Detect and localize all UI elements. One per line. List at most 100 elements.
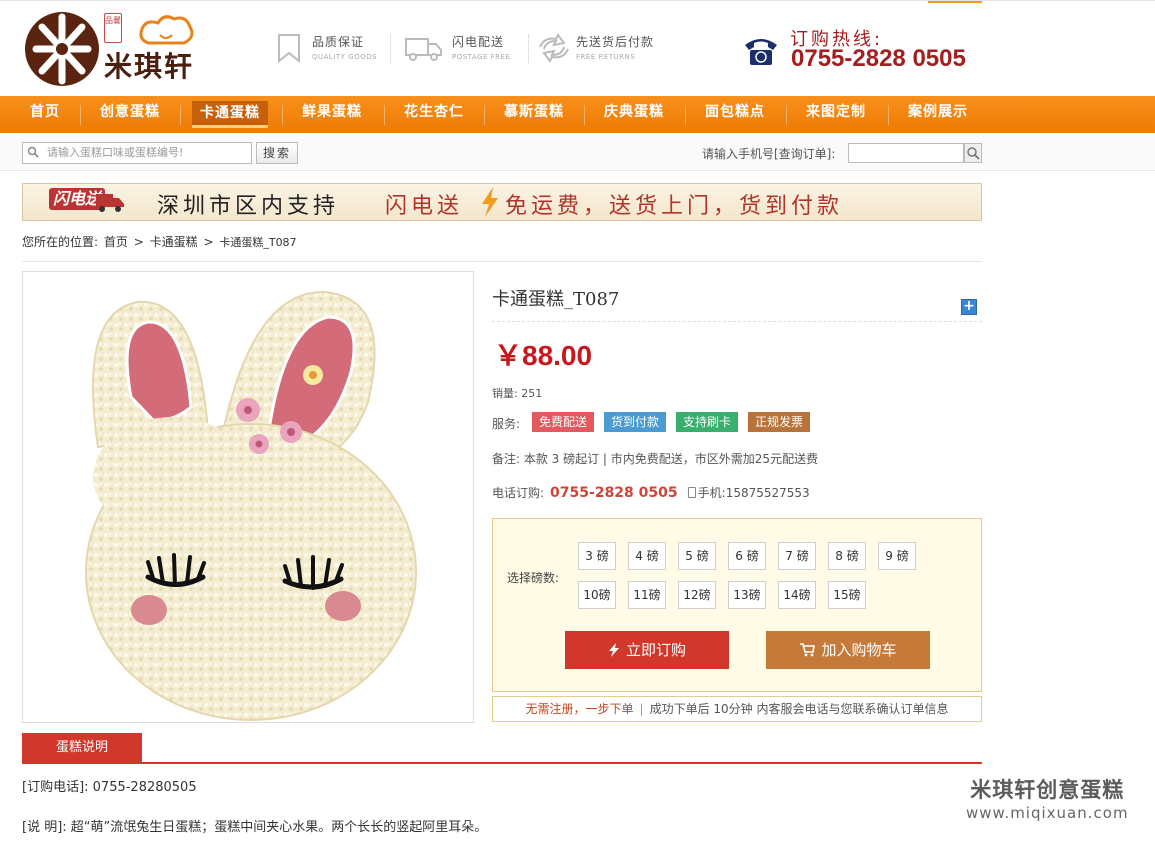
- feature-title: 品质保证: [312, 35, 365, 49]
- weight-option[interactable]: 12磅: [678, 581, 716, 609]
- breadcrumb-home[interactable]: 首页: [104, 235, 128, 249]
- weight-option[interactable]: 10磅: [578, 581, 616, 609]
- product-image[interactable]: [22, 271, 474, 723]
- breadcrumb-category[interactable]: 卡通蛋糕: [150, 235, 198, 249]
- weight-option[interactable]: 7 磅: [778, 542, 816, 570]
- add-to-cart-button[interactable]: 加入购物车: [766, 631, 930, 669]
- lightning-icon: [482, 187, 498, 217]
- nav-item[interactable]: 慕斯蛋糕: [492, 96, 576, 133]
- cart-icon: [800, 643, 816, 657]
- search-bar: 请输入蛋糕口味或蛋糕编号! 搜索 请输入手机号[查询订单]:: [0, 133, 1155, 171]
- nav-item[interactable]: 创意蛋糕: [88, 96, 172, 133]
- nav-item[interactable]: 首页: [22, 96, 68, 133]
- nav-separator: [888, 105, 889, 125]
- nav-item[interactable]: 鲜果蛋糕: [290, 96, 374, 133]
- watermark-title: 米琪轩创意蛋糕: [970, 778, 1125, 802]
- weight-option[interactable]: 11磅: [628, 581, 666, 609]
- weight-option[interactable]: 5 磅: [678, 542, 716, 570]
- nav-separator: [484, 105, 485, 125]
- service-tag-cod: 货到付款: [604, 412, 667, 432]
- phone-order-label: 电话订购:: [492, 486, 545, 500]
- truck-icon: [96, 194, 124, 212]
- weight-selector: 选择磅数: 立即订购 加入购物车 3 磅 4 磅 5 磅 6 磅 7 磅 8 磅 9 磅 10…: [492, 518, 982, 692]
- logo-emblem-icon: [25, 12, 99, 86]
- tip-highlight: 无需注册，一步下单: [525, 702, 634, 716]
- plus-icon[interactable]: +: [961, 299, 977, 315]
- feature-delivery: 闪电配送 POSTAGE FREE: [404, 31, 524, 71]
- site-header: 品馨 米琪轩 品质保证 QUALITY GOODS 闪电配送 POSTAGE F…: [0, 0, 1155, 96]
- nav-item[interactable]: 花生杏仁: [392, 96, 476, 133]
- tab-cake-description[interactable]: 蛋糕说明: [22, 733, 142, 763]
- buy-now-button[interactable]: 立即订购: [565, 631, 729, 669]
- feature-quality: 品质保证 QUALITY GOODS: [276, 31, 386, 71]
- product-price: ￥88.00: [494, 340, 593, 371]
- nav-item-label: 创意蛋糕: [100, 104, 160, 120]
- service-tag-invoice: 正规发票: [748, 412, 811, 432]
- divider: [528, 35, 529, 63]
- mobile-icon: [687, 487, 696, 498]
- search-input[interactable]: 请输入蛋糕口味或蛋糕编号!: [22, 142, 252, 164]
- weight-option[interactable]: 6 磅: [728, 542, 766, 570]
- mobile-number: 15875527553: [725, 486, 810, 500]
- nav-separator: [80, 105, 81, 125]
- order-query-input[interactable]: [848, 143, 964, 163]
- nav-item-label: 首页: [30, 104, 60, 120]
- banner-text: 深圳市区内支持: [157, 194, 340, 219]
- feature-subtitle: POSTAGE FREE: [452, 53, 511, 61]
- exchange-icon: [539, 33, 569, 63]
- weight-option[interactable]: 4 磅: [628, 542, 666, 570]
- weight-option[interactable]: 8 磅: [828, 542, 866, 570]
- nav-item-label: 花生杏仁: [404, 104, 464, 120]
- nav-item[interactable]: 面包糕点: [693, 96, 777, 133]
- feature-title: 先送货后付款: [576, 35, 655, 49]
- nav-item[interactable]: 庆典蛋糕: [592, 96, 676, 133]
- logo-seal: 品馨: [104, 13, 122, 43]
- service-tag-free-delivery: 免费配送: [532, 412, 595, 432]
- search-icon: [27, 146, 39, 158]
- breadcrumb-separator: >: [203, 235, 214, 249]
- top-accent-bar: [928, 1, 982, 3]
- site-logo[interactable]: 品馨 米琪轩: [22, 9, 232, 89]
- service-tag-card: 支持刷卡: [676, 412, 739, 432]
- search-button[interactable]: 搜索: [256, 142, 298, 164]
- order-query-label: 请输入手机号[查询订单]:: [702, 147, 836, 161]
- weight-option[interactable]: 15磅: [828, 581, 866, 609]
- nav-separator: [584, 105, 585, 125]
- weight-option[interactable]: 9 磅: [878, 542, 916, 570]
- watermark-url: www.miqixuan.com: [966, 804, 1129, 822]
- nav-separator: [685, 105, 686, 125]
- promo-banner[interactable]: 闪电送 深圳市区内支持 闪电送 免运费，送货上门，货到付款: [22, 183, 982, 221]
- tip-separator: |: [639, 702, 644, 716]
- feature-subtitle: FREE RETURNS: [576, 53, 636, 61]
- bookmark-icon: [278, 34, 300, 63]
- weight-option[interactable]: 13磅: [728, 581, 766, 609]
- weight-option[interactable]: 14磅: [778, 581, 816, 609]
- breadcrumb-prefix: 您所在的位置:: [22, 235, 99, 249]
- mobile-label: 手机:: [697, 486, 726, 500]
- nav-item[interactable]: 案例展示: [896, 96, 980, 133]
- divider: [390, 35, 391, 63]
- breadcrumb: 您所在的位置: 首页 > 卡通蛋糕 > 卡通蛋糕_T087: [22, 233, 299, 250]
- brand-name: 米琪轩: [104, 50, 195, 83]
- divider: [492, 321, 982, 322]
- add-to-cart-label: 加入购物车: [821, 641, 897, 659]
- weight-option[interactable]: 3 磅: [578, 542, 616, 570]
- order-query-button[interactable]: [964, 143, 982, 163]
- nav-item[interactable]: 卡通蛋糕: [188, 96, 272, 133]
- nav-item-label: 来图定制: [806, 104, 866, 120]
- watermark: 米琪轩创意蛋糕 www.miqixuan.com: [966, 774, 1129, 822]
- description-text: [说 明]: 超“萌”流氓兔生日蛋糕；蛋糕中间夹心水果。两个长长的竖起阿里耳朵。: [22, 820, 488, 835]
- main-nav: 首页 创意蛋糕 卡通蛋糕 鲜果蛋糕 花生杏仁 慕斯蛋糕 庆典蛋糕 面包糕点 来图定制 案例展示: [0, 96, 1155, 133]
- lightning-icon: [608, 643, 619, 657]
- feature-pay-later: 先送货后付款 FREE RETURNS: [536, 31, 676, 71]
- nav-item-label: 案例展示: [908, 104, 968, 120]
- nav-separator: [786, 105, 787, 125]
- phone-order: 电话订购: 0755-2828 0505 手机:15875527553: [492, 484, 810, 501]
- divider: [22, 261, 982, 262]
- nav-item-label: 庆典蛋糕: [604, 104, 664, 120]
- sales-count: 销量: 251: [492, 387, 543, 400]
- product-title: 卡通蛋糕_T087: [492, 289, 620, 310]
- banner-text: 免运费，送货上门，货到付款: [505, 194, 844, 219]
- nav-item[interactable]: 来图定制: [794, 96, 878, 133]
- bunny-cake-image: [85, 290, 417, 721]
